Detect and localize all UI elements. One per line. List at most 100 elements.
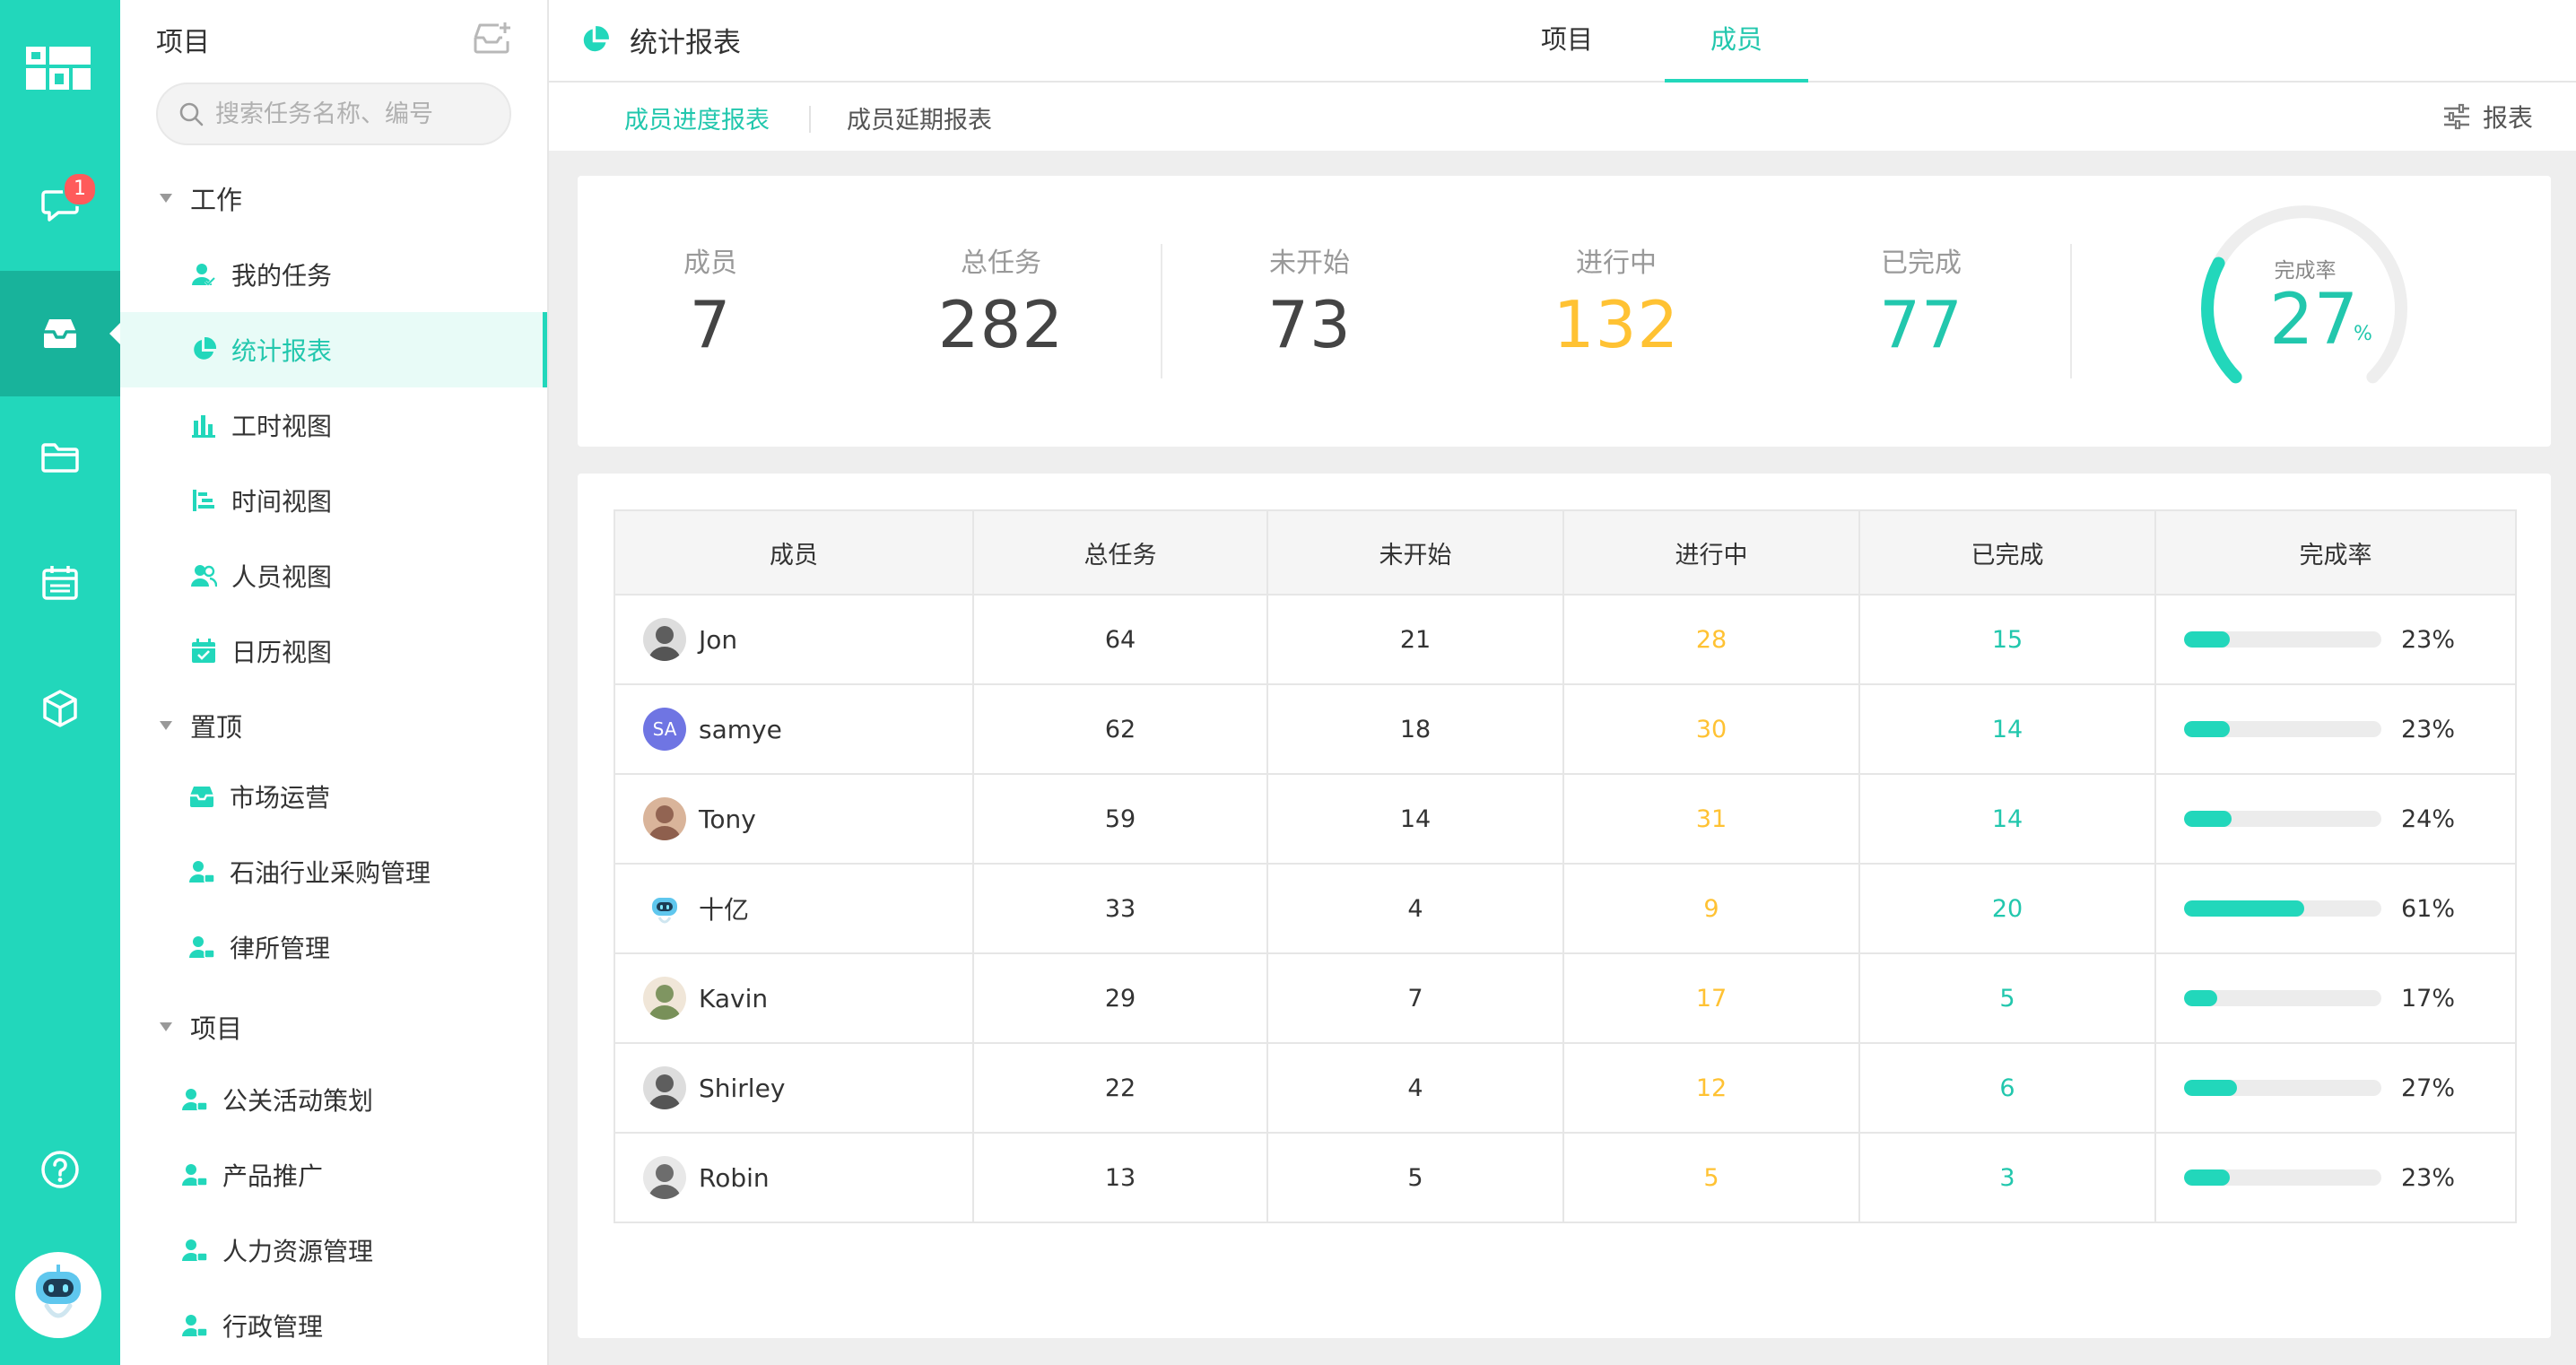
sidebar-item-admin[interactable]: 行政管理 <box>120 1288 547 1363</box>
user-project-icon <box>179 1084 210 1115</box>
sidebar-item-label: 公关活动策划 <box>222 1086 374 1116</box>
col-header-done[interactable]: 已完成 <box>1858 509 2156 596</box>
rail-calendar-button[interactable] <box>0 520 120 646</box>
col-header-in-progress[interactable]: 进行中 <box>1562 509 1860 596</box>
stat-value: 132 <box>1553 287 1680 362</box>
cell-rate: 23% <box>2154 1132 2517 1223</box>
member-avatar <box>643 977 686 1020</box>
rail-help-button[interactable] <box>0 1107 120 1232</box>
sidebar-title: 项目 <box>156 27 210 58</box>
sidebar-item-label: 石油行业采购管理 <box>230 858 431 888</box>
member-avatar <box>643 1156 686 1199</box>
inbox-add-icon[interactable] <box>472 20 511 56</box>
progress-bar <box>2184 721 2381 737</box>
sidebar-item-label: 人力资源管理 <box>222 1237 374 1266</box>
sidebar-item-law-firm[interactable]: 律所管理 <box>120 909 547 985</box>
table-row[interactable]: Shirley 22 4 12 6 27% <box>614 1042 2517 1134</box>
stat-divider <box>2070 244 2072 378</box>
cell-not-started: 4 <box>1266 1042 1564 1134</box>
cell-member: Robin <box>614 1132 974 1223</box>
rail-apps-button[interactable] <box>0 646 120 771</box>
progress-bar <box>2184 631 2381 648</box>
group-label: 项目 <box>190 1013 243 1044</box>
sidebar-item-oil-procurement[interactable]: 石油行业采购管理 <box>120 834 547 909</box>
sidebar-item-timeline[interactable]: 时间视图 <box>120 463 547 538</box>
subtab-member-delay[interactable]: 成员延期报表 <box>847 100 992 135</box>
member-info[interactable]: SA samye <box>616 708 971 751</box>
col-header-total[interactable]: 总任务 <box>972 509 1268 596</box>
sidebar-item-product-promo[interactable]: 产品推广 <box>120 1137 547 1213</box>
table-row[interactable]: 十亿 33 4 9 20 61% <box>614 863 2517 954</box>
member-info[interactable]: 十亿 <box>616 887 971 930</box>
task-search-box[interactable] <box>156 83 511 145</box>
table-row[interactable]: Tony 59 14 31 14 24% <box>614 773 2517 865</box>
report-settings-button[interactable]: 报表 <box>2441 99 2533 135</box>
sidebar-item-label: 日历视图 <box>231 638 333 667</box>
rail-files-button[interactable] <box>0 395 120 520</box>
progress-bar-fill <box>2184 900 2305 917</box>
pie-chart-icon <box>188 335 219 365</box>
member-info[interactable]: Tony <box>616 797 971 840</box>
calendar-icon <box>42 566 78 600</box>
cell-in-progress: 30 <box>1562 683 1860 775</box>
cell-not-started: 21 <box>1266 594 1564 685</box>
sidebar-item-statistics[interactable]: 统计报表 <box>120 312 547 387</box>
cell-total: 13 <box>972 1132 1268 1223</box>
user-avatar[interactable] <box>15 1252 101 1338</box>
sliders-icon <box>2443 103 2469 130</box>
rail-messages-button[interactable]: 1 <box>0 142 120 267</box>
member-info[interactable]: Robin <box>616 1156 971 1199</box>
cell-rate: 24% <box>2154 773 2517 865</box>
subtab-member-progress[interactable]: 成员进度报表 <box>624 100 770 135</box>
stat-total-tasks: 总任务 282 <box>911 240 1091 362</box>
member-info[interactable]: Shirley <box>616 1066 971 1109</box>
table-row[interactable]: Robin 13 5 5 3 23% <box>614 1132 2517 1223</box>
sidebar-item-my-tasks[interactable]: 我的任务 <box>120 237 547 312</box>
search-input[interactable] <box>213 99 504 129</box>
col-header-not-started[interactable]: 未开始 <box>1266 509 1564 596</box>
cell-in-progress: 28 <box>1562 594 1860 685</box>
sidebar-item-label: 统计报表 <box>231 336 333 366</box>
sidebar-item-marketing[interactable]: 市场运营 <box>120 759 547 834</box>
table-row[interactable]: Jon 64 21 28 15 23% <box>614 594 2517 685</box>
rate-info: 27% <box>2157 1074 2514 1102</box>
progress-bar <box>2184 990 2381 1006</box>
progress-bar <box>2184 900 2381 917</box>
group-projects[interactable]: 项目 <box>160 1008 242 1046</box>
app-logo-icon[interactable] <box>26 47 91 90</box>
user-project-icon <box>187 856 217 887</box>
folder-icon <box>41 443 79 473</box>
page-title: 统计报表 <box>579 20 741 60</box>
tab-project[interactable]: 项目 <box>1518 0 1616 81</box>
table-row[interactable]: SA samye 62 18 30 14 23% <box>614 683 2517 775</box>
group-work[interactable]: 工作 <box>160 179 242 217</box>
sidebar-item-hr[interactable]: 人力资源管理 <box>120 1213 547 1288</box>
member-info[interactable]: Jon <box>616 618 971 661</box>
sidebar-item-label: 工时视图 <box>231 412 333 441</box>
sidebar-item-calendar[interactable]: 日历视图 <box>120 613 547 689</box>
subtab-divider <box>809 106 811 133</box>
col-header-rate[interactable]: 完成率 <box>2154 509 2517 596</box>
member-info[interactable]: Kavin <box>616 977 971 1020</box>
sidebar-item-worktime[interactable]: 工时视图 <box>120 387 547 463</box>
table-row[interactable]: Kavin 29 7 17 5 17% <box>614 952 2517 1044</box>
member-avatar: SA <box>643 708 686 751</box>
stat-label: 已完成 <box>1881 248 1962 279</box>
group-label: 置顶 <box>190 712 243 743</box>
tab-members[interactable]: 成员 <box>1665 0 1808 83</box>
sidebar-item-label: 产品推广 <box>222 1161 324 1191</box>
cell-rate: 23% <box>2154 683 2517 775</box>
cell-member: SA samye <box>614 683 974 775</box>
stat-in-progress: 进行中 132 <box>1527 240 1706 362</box>
group-pinned[interactable]: 置顶 <box>160 707 242 744</box>
member-name: Robin <box>699 1162 770 1193</box>
col-header-member[interactable]: 成员 <box>614 509 974 596</box>
stat-label: 进行中 <box>1576 248 1657 279</box>
rail-projects-button[interactable] <box>0 271 120 396</box>
cell-in-progress: 5 <box>1562 1132 1860 1223</box>
sidebar-item-people[interactable]: 人员视图 <box>120 538 547 613</box>
report-label: 报表 <box>2482 103 2533 133</box>
sidebar-item-label: 人员视图 <box>231 562 333 592</box>
sidebar-item-pr-campaign[interactable]: 公关活动策划 <box>120 1062 547 1137</box>
progress-bar-fill <box>2184 1080 2238 1096</box>
